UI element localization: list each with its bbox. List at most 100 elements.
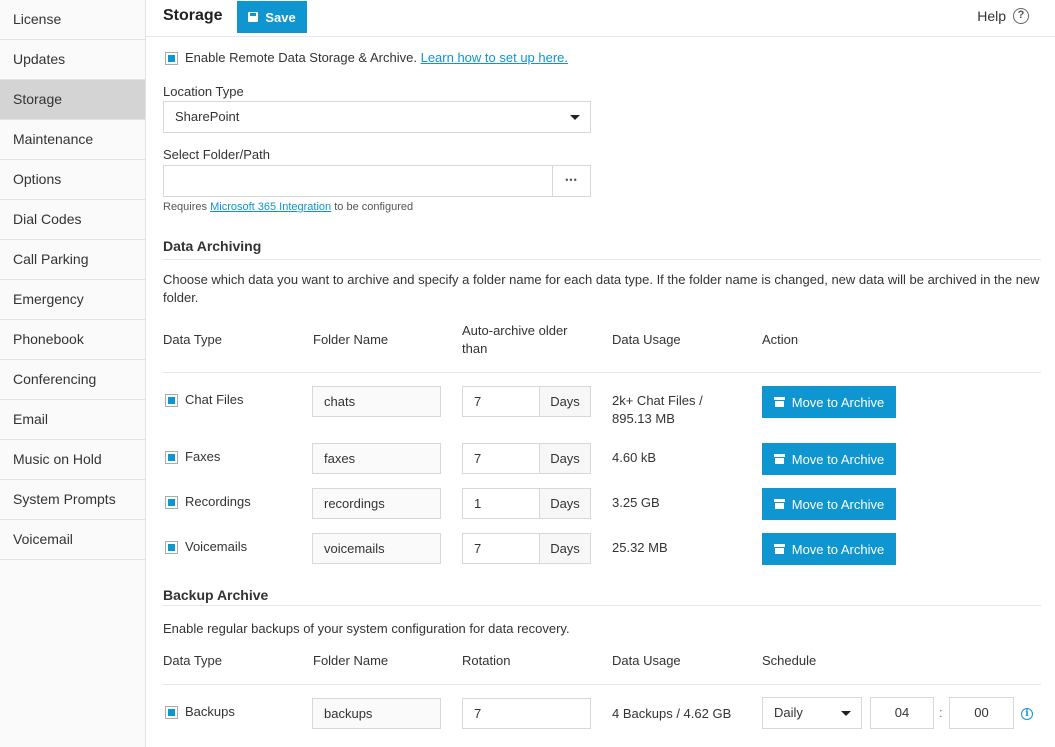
voicemails-checkbox[interactable]: [165, 541, 178, 554]
move-to-archive-label: Move to Archive: [791, 394, 885, 410]
chat-files-move-to-archive-button[interactable]: Move to Archive: [762, 386, 896, 418]
backup-archive-heading: Backup Archive: [163, 587, 269, 603]
chat-files-checkbox[interactable]: [165, 394, 178, 407]
microsoft-365-link[interactable]: Microsoft 365 Integration: [210, 201, 331, 213]
backup-col-data-type: Data Type: [163, 653, 223, 668]
backup-schedule-select[interactable]: Daily: [762, 697, 862, 729]
faxes-move-to-archive-button[interactable]: Move to Archive: [762, 443, 896, 475]
location-type-value: SharePoint: [175, 109, 240, 124]
recordings-usage: 3.25 GB: [612, 495, 660, 510]
info-icon[interactable]: i: [1021, 708, 1033, 720]
voicemails-usage: 25.32 MB: [612, 540, 668, 555]
backup-schedule-value: Daily: [774, 705, 803, 720]
sidebar: License Updates Storage Maintenance Opti…: [0, 0, 146, 747]
faxes-usage: 4.60 kB: [612, 450, 657, 465]
sidebar-item-emergency[interactable]: Emergency: [0, 280, 145, 320]
browse-folder-button[interactable]: •••: [552, 165, 591, 197]
divider: [163, 605, 1041, 606]
sidebar-item-license[interactable]: License: [0, 0, 145, 40]
recordings-label: Recordings: [185, 494, 251, 509]
requires-prefix: Requires: [163, 201, 208, 213]
divider: [163, 259, 1041, 260]
time-separator: :: [939, 705, 943, 720]
chat-files-usage-line2: 895.13 MB: [612, 411, 675, 426]
archive-box-icon: [773, 544, 785, 554]
sidebar-item-options[interactable]: Options: [0, 160, 145, 200]
voicemails-folder-input[interactable]: voicemails: [312, 533, 441, 564]
faxes-checkbox[interactable]: [165, 451, 178, 464]
col-data-type: Data Type: [163, 332, 223, 347]
chevron-down-icon: [570, 115, 580, 120]
voicemails-days-unit: Days: [539, 533, 591, 564]
location-type-label: Location Type: [163, 84, 244, 99]
faxes-label: Faxes: [185, 449, 221, 464]
save-button[interactable]: Save: [237, 1, 307, 33]
save-button-label: Save: [265, 9, 296, 25]
backup-col-data-usage: Data Usage: [612, 653, 681, 668]
chat-files-days-unit: Days: [539, 386, 591, 417]
faxes-folder-input[interactable]: faxes: [312, 443, 441, 474]
sidebar-item-conferencing[interactable]: Conferencing: [0, 360, 145, 400]
move-to-archive-label: Move to Archive: [791, 541, 885, 557]
sidebar-item-system-prompts[interactable]: System Prompts: [0, 480, 145, 520]
folder-path-input[interactable]: [163, 165, 553, 197]
enable-remote-storage-checkbox[interactable]: [165, 52, 178, 65]
backup-hour-input[interactable]: 04: [870, 697, 934, 729]
requires-suffix: to be configured: [334, 201, 414, 213]
sidebar-item-dial-codes[interactable]: Dial Codes: [0, 200, 145, 240]
location-type-select[interactable]: SharePoint: [163, 101, 591, 133]
move-to-archive-label: Move to Archive: [791, 451, 885, 467]
faxes-days-input[interactable]: 7: [462, 443, 540, 474]
faxes-days-unit: Days: [539, 443, 591, 474]
chat-files-folder-input[interactable]: chats: [312, 386, 441, 417]
recordings-folder-input[interactable]: recordings: [312, 488, 441, 519]
chat-files-days-input[interactable]: 7: [462, 386, 540, 417]
archive-box-icon: [773, 397, 785, 407]
help-link[interactable]: Help ?: [977, 8, 1029, 24]
folder-path-label: Select Folder/Path: [163, 147, 270, 162]
sidebar-item-call-parking[interactable]: Call Parking: [0, 240, 145, 280]
chevron-down-icon: [841, 711, 851, 716]
page-title: Storage: [163, 7, 223, 24]
recordings-checkbox[interactable]: [165, 496, 178, 509]
divider: [163, 684, 1041, 685]
recordings-days-input[interactable]: 1: [462, 488, 540, 519]
requires-note: Requires Microsoft 365 Integration to be…: [163, 201, 413, 213]
help-label: Help: [977, 8, 1006, 24]
col-action: Action: [762, 332, 799, 347]
enable-remote-storage-label: Enable Remote Data Storage & Archive.: [185, 50, 417, 65]
data-archiving-description: Choose which data you want to archive an…: [163, 272, 1040, 305]
backup-col-schedule: Schedule: [762, 653, 817, 668]
sidebar-item-maintenance[interactable]: Maintenance: [0, 120, 145, 160]
divider: [163, 372, 1041, 373]
backups-usage: 4 Backups / 4.62 GB: [612, 706, 732, 721]
backups-rotation-input[interactable]: 7: [462, 698, 591, 729]
backups-folder-input[interactable]: backups: [312, 698, 441, 729]
archive-box-icon: [773, 499, 785, 509]
enable-remote-storage-row: Enable Remote Data Storage & Archive. Le…: [185, 50, 568, 65]
voicemails-days-input[interactable]: 7: [462, 533, 540, 564]
move-to-archive-label: Move to Archive: [791, 496, 885, 512]
voicemails-move-to-archive-button[interactable]: Move to Archive: [762, 533, 896, 565]
backup-minute-input[interactable]: 00: [949, 697, 1014, 729]
backup-col-folder-name: Folder Name: [313, 653, 389, 668]
col-folder-name: Folder Name: [313, 332, 389, 347]
sidebar-item-voicemail[interactable]: Voicemail: [0, 520, 145, 560]
sidebar-item-music-on-hold[interactable]: Music on Hold: [0, 440, 145, 480]
backup-archive-description: Enable regular backups of your system co…: [163, 621, 570, 636]
archive-box-icon: [773, 454, 785, 464]
recordings-move-to-archive-button[interactable]: Move to Archive: [762, 488, 896, 520]
col-auto-archive-line2: than: [462, 341, 488, 356]
learn-how-link[interactable]: Learn how to set up here.: [421, 50, 568, 65]
chat-files-label: Chat Files: [185, 392, 244, 407]
sidebar-item-email[interactable]: Email: [0, 400, 145, 440]
backups-checkbox[interactable]: [165, 706, 178, 719]
sidebar-item-storage[interactable]: Storage: [0, 80, 145, 120]
backup-col-rotation: Rotation: [462, 653, 511, 668]
backups-label: Backups: [185, 704, 235, 719]
voicemails-label: Voicemails: [185, 539, 248, 554]
sidebar-item-phonebook[interactable]: Phonebook: [0, 320, 145, 360]
sidebar-item-updates[interactable]: Updates: [0, 40, 145, 80]
col-auto-archive-line1: Auto-archive older: [462, 323, 568, 338]
recordings-days-unit: Days: [539, 488, 591, 519]
